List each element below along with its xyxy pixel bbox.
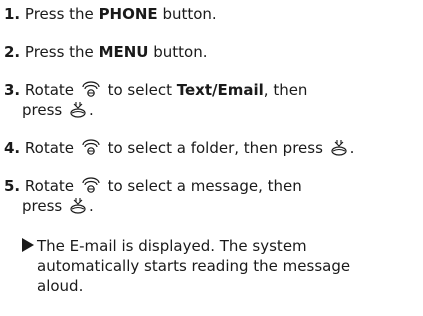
step-text: to select a message, then <box>102 177 302 195</box>
press-knob-icon <box>69 101 87 118</box>
step-5: 5. Rotate to select a message, then pres… <box>4 176 419 216</box>
press-knob-icon <box>330 139 348 156</box>
step-text: Press the <box>24 5 99 23</box>
rotate-knob-icon <box>81 81 101 98</box>
step-number: 5. <box>4 177 21 195</box>
press-knob-icon <box>69 197 87 214</box>
step-text: Rotate <box>24 177 79 195</box>
step-text: Press the <box>24 43 99 61</box>
button-name: PHONE <box>98 5 158 23</box>
step-text: to select <box>102 81 177 99</box>
step-text: press <box>22 197 67 215</box>
step-text: Rotate <box>24 139 79 157</box>
result-arrow-icon <box>22 238 34 252</box>
step-text: Rotate <box>24 81 79 99</box>
step-result: The E-mail is displayed. The system auto… <box>22 236 417 296</box>
rotate-knob-icon <box>81 177 101 194</box>
step-number: 4. <box>4 139 21 157</box>
menu-item-name: Text/Email <box>176 81 264 99</box>
step-text: . <box>89 101 94 119</box>
result-text: The E-mail is displayed. The system <box>37 237 307 255</box>
result-text: aloud. <box>37 277 84 295</box>
step-text: button. <box>157 5 217 23</box>
step-text: . <box>349 139 355 157</box>
rotate-knob-icon <box>81 139 101 156</box>
step-number: 1. <box>4 5 21 23</box>
step-2: 2. Press the MENU button. <box>4 42 419 62</box>
result-text: automatically starts reading the message <box>37 257 351 275</box>
step-text: . <box>89 197 94 215</box>
step-number: 2. <box>4 43 21 61</box>
button-name: MENU <box>98 43 149 61</box>
step-text: button. <box>148 43 208 61</box>
instruction-document: 1. Press the PHONE button. 2. Press the … <box>0 0 423 316</box>
step-text: press <box>22 101 67 119</box>
step-1: 1. Press the PHONE button. <box>4 4 419 24</box>
step-number: 3. <box>4 81 21 99</box>
step-text: to select a folder, then press <box>102 139 328 157</box>
step-4: 4. Rotate to select a folder, then press… <box>4 138 419 158</box>
step-text: , then <box>263 81 308 99</box>
step-3: 3. Rotate to select Text/Email, then pre… <box>4 80 419 120</box>
